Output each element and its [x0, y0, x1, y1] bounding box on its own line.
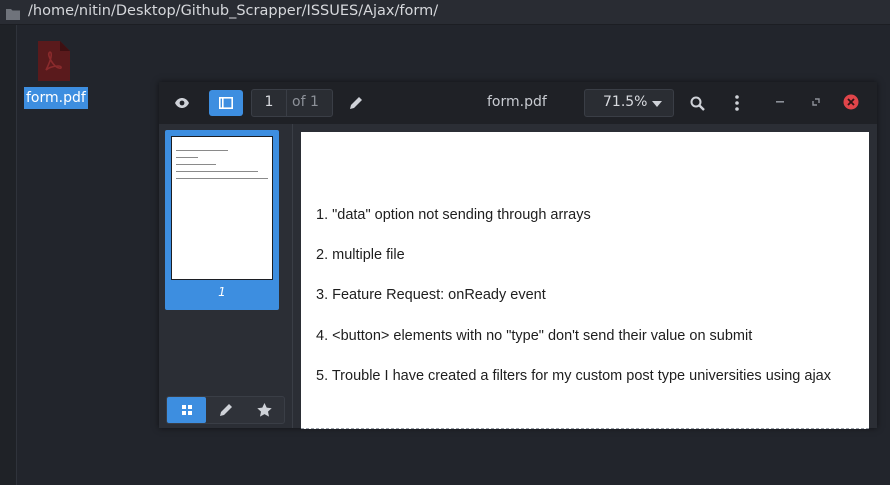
document-line: 4. <button> elements with no "type" don'… [316, 328, 753, 344]
thumbnail-page-preview [171, 136, 273, 280]
page-total: of 1 [292, 94, 319, 110]
folder-icon [6, 5, 20, 24]
sidebar-tabs [166, 396, 285, 424]
thumbnail-page-label: 1 [218, 285, 226, 299]
document-line: 2. multiple file [316, 247, 405, 263]
document-title: form.pdf [487, 94, 547, 110]
document-view: 1. "data" option not sending through arr… [293, 124, 877, 429]
chevron-down-icon [652, 101, 662, 107]
thumbnail-text-line [176, 164, 216, 165]
page-selector[interactable]: 1 of 1 [251, 89, 333, 117]
close-icon[interactable] [842, 93, 860, 111]
file-manager-side-strip [0, 25, 17, 485]
search-icon[interactable] [684, 90, 710, 116]
document-line: 1. "data" option not sending through arr… [316, 207, 591, 223]
path-bar: /home/nitin/Desktop/Github_Scrapper/ISSU… [0, 0, 890, 25]
thumbnail-text-line [176, 157, 198, 158]
page-thumbnail[interactable]: 1 [165, 130, 279, 310]
thumbnail-text-line [176, 171, 258, 172]
thumbnails-icon[interactable] [167, 397, 206, 423]
thumbnail-text-line [176, 178, 268, 179]
kebab-menu-icon[interactable] [724, 90, 750, 116]
zoom-select[interactable]: 71.5% [584, 89, 674, 117]
restore-icon[interactable] [806, 92, 826, 112]
zoom-value: 71.5% [603, 94, 648, 110]
page-number-input[interactable]: 1 [252, 94, 286, 110]
thumbnail-sidebar: 1 [159, 124, 293, 428]
document-line: 5. Trouble I have created a filters for … [316, 368, 831, 384]
minimize-icon[interactable] [770, 92, 790, 112]
document-line: 3. Feature Request: onReady event [316, 287, 546, 303]
page-selector-divider [286, 90, 287, 116]
current-path[interactable]: /home/nitin/Desktop/Github_Scrapper/ISSU… [28, 2, 438, 20]
pdf-file-icon[interactable] [36, 40, 72, 86]
viewer-toolbar: 1 of 1 form.pdf 71.5% [159, 82, 877, 124]
sidebar-toggle-icon[interactable] [209, 90, 243, 116]
thumbnail-text-line [176, 150, 228, 151]
document-page: 1. "data" option not sending through arr… [301, 132, 869, 429]
eye-icon[interactable] [169, 91, 195, 115]
annotations-icon[interactable] [206, 397, 245, 423]
pdf-viewer-window: 1 of 1 form.pdf 71.5% 1 1. "data" option… [159, 82, 877, 429]
file-label[interactable]: form.pdf [24, 87, 88, 109]
pen-icon[interactable] [343, 90, 369, 116]
bookmarks-icon[interactable] [245, 397, 284, 423]
